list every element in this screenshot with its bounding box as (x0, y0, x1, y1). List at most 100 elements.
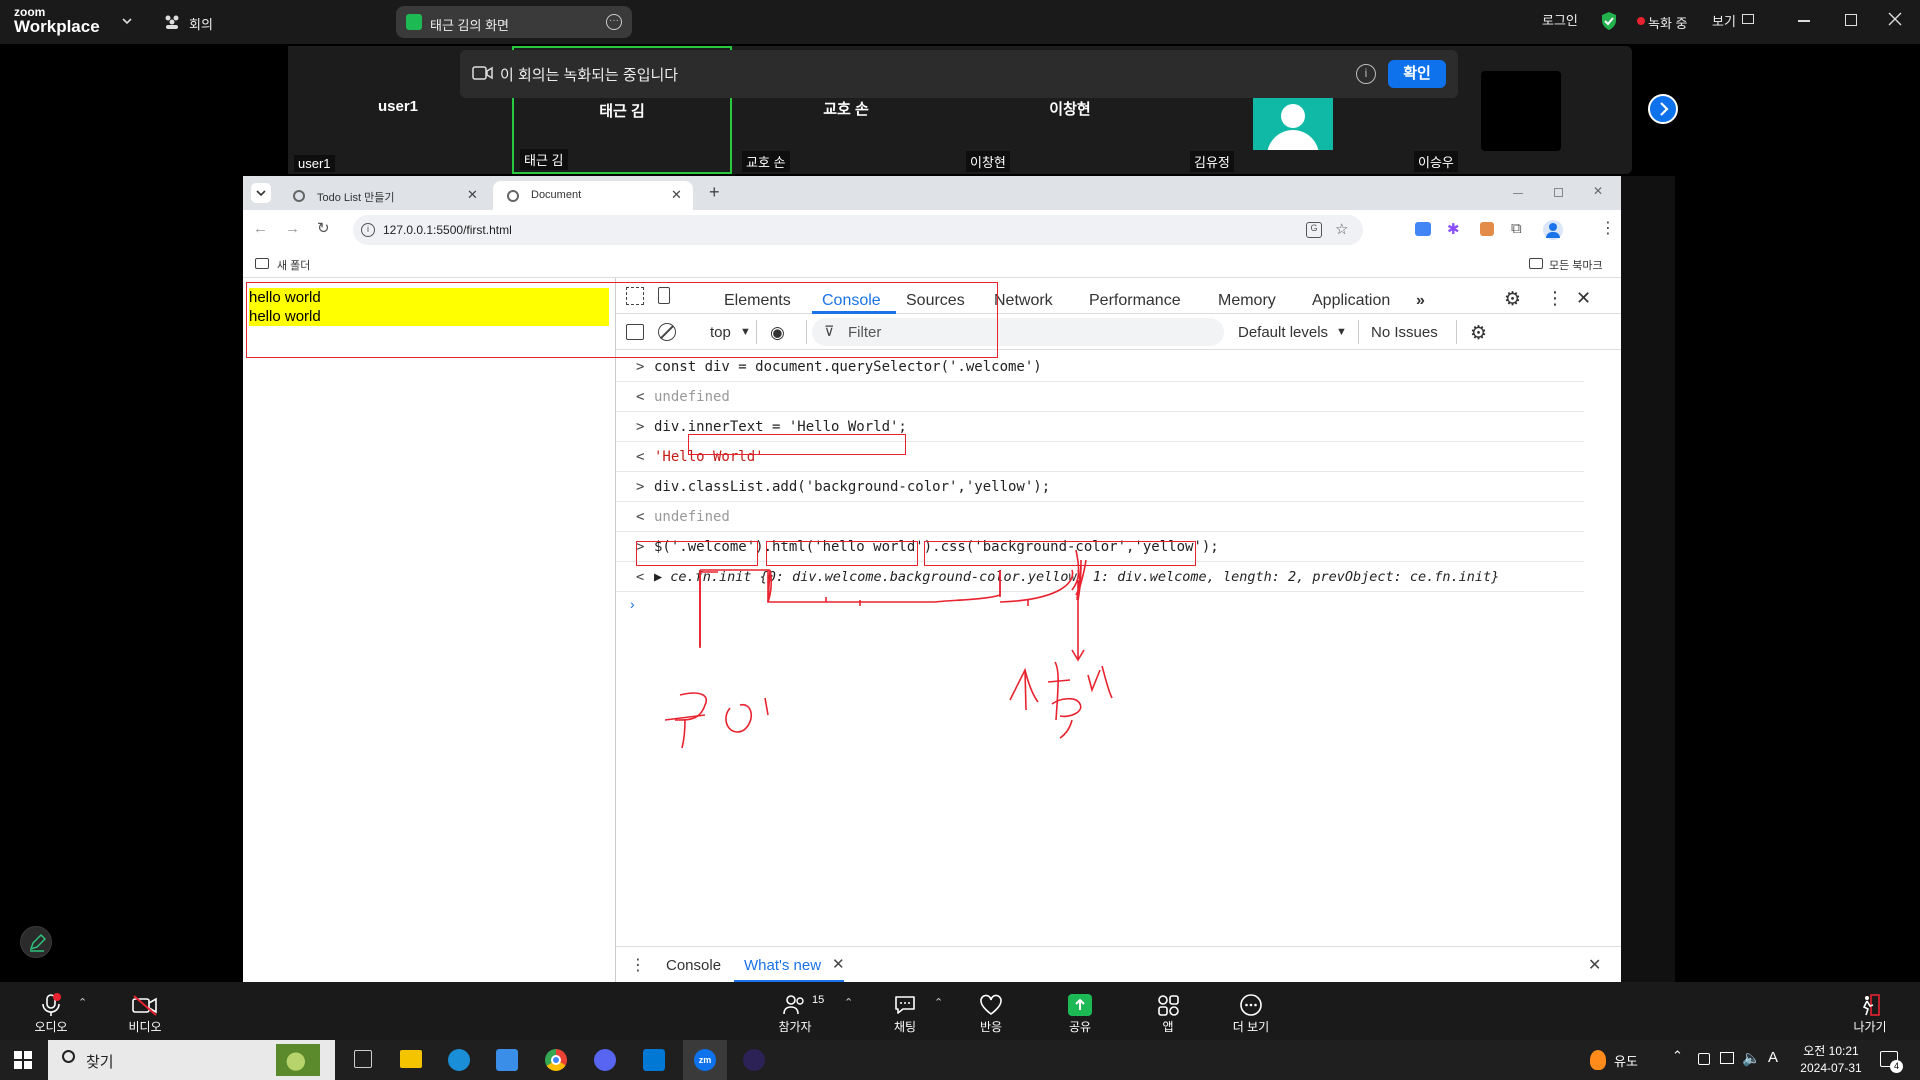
new-tab-icon[interactable]: + (709, 182, 720, 203)
extension-icon[interactable] (1415, 222, 1431, 236)
login-button[interactable]: 로그인 (1542, 10, 1578, 29)
translate-icon[interactable]: G (1306, 222, 1322, 238)
browser-tab[interactable]: Todo List 만들기 ✕ (279, 181, 489, 210)
store-icon[interactable] (496, 1049, 518, 1071)
banner-ok-button[interactable]: 확인 (1388, 60, 1446, 88)
tab-network[interactable]: Network (994, 292, 1053, 310)
minimize-icon[interactable] (1513, 193, 1523, 194)
network-icon[interactable] (1720, 1052, 1734, 1064)
chevron-down-icon[interactable] (120, 14, 134, 28)
more-tabs-icon[interactable]: » (1416, 292, 1425, 310)
browser-tab-active[interactable]: Document ✕ (493, 181, 693, 210)
close-drawer-icon[interactable]: ✕ (1588, 955, 1601, 975)
windows-search-box[interactable]: 찾기 (48, 1040, 335, 1080)
chat-button[interactable]: 채팅 (870, 992, 940, 1035)
weather-icon[interactable] (1590, 1050, 1606, 1070)
view-button[interactable]: 보기 (1712, 11, 1736, 30)
tab-performance[interactable]: Performance (1089, 292, 1181, 310)
close-tab-icon[interactable]: ✕ (671, 187, 682, 203)
tab-memory[interactable]: Memory (1218, 292, 1276, 310)
audio-options-icon[interactable]: ⌃ (78, 996, 87, 1009)
more-options-icon[interactable]: ··· (606, 14, 622, 30)
reload-icon[interactable]: ↻ (317, 219, 330, 237)
eclipse-icon[interactable] (743, 1049, 765, 1071)
tab-search-icon[interactable] (251, 183, 271, 203)
tray-overflow-icon[interactable]: ⌃ (1672, 1048, 1683, 1064)
extension-icon[interactable] (1480, 222, 1494, 236)
video-button[interactable]: 비디오 (110, 992, 180, 1035)
edge-icon[interactable] (448, 1049, 470, 1071)
share-frame-right (1621, 176, 1675, 982)
console-prompt-icon[interactable]: › (630, 596, 635, 612)
next-page-button[interactable] (1648, 94, 1678, 124)
recording-status[interactable]: 녹화 중 (1648, 13, 1688, 32)
audio-button[interactable]: 오디오 (16, 992, 86, 1035)
annotate-button[interactable] (20, 926, 52, 958)
search-placeholder: 찾기 (86, 1054, 114, 1071)
url-text[interactable]: 127.0.0.1:5500/first.html (383, 223, 512, 237)
kebab-menu-icon[interactable]: ⋮ (1600, 218, 1616, 238)
discord-icon[interactable] (594, 1049, 616, 1071)
divider (1456, 320, 1457, 344)
shield-check-icon[interactable] (1600, 11, 1618, 31)
star-icon[interactable]: ☆ (1335, 220, 1348, 238)
bookmark-bar: 새 폴더 모든 북마크 (243, 250, 1621, 278)
file-explorer-icon[interactable] (400, 1050, 422, 1068)
kebab-menu-icon[interactable]: ⋮ (630, 955, 646, 975)
extension-icon[interactable]: ✱ (1447, 220, 1460, 238)
drawer-tab-console[interactable]: Console (666, 957, 721, 974)
gear-icon[interactable]: ⚙ (1504, 288, 1521, 311)
more-button[interactable]: 더 보기 (1216, 992, 1286, 1035)
weather-text[interactable]: 유도 (1614, 1051, 1638, 1070)
chrome-icon[interactable] (545, 1049, 567, 1071)
site-info-icon[interactable]: i (361, 223, 375, 237)
profile-icon[interactable] (1543, 220, 1563, 240)
volume-icon[interactable]: 🔈 (1742, 1049, 1761, 1067)
drawer-tab-whats-new[interactable]: What's new (744, 957, 821, 974)
grid-view-icon (1742, 14, 1754, 24)
console-settings-icon[interactable]: ⚙ (1470, 322, 1487, 345)
chat-options-icon[interactable]: ⌃ (934, 996, 943, 1009)
zoom-logo: zoom Workplace (14, 5, 100, 36)
kebab-menu-icon[interactable]: ⋮ (1546, 288, 1564, 309)
meeting-icon[interactable] (163, 13, 181, 31)
console-result-line[interactable]: < undefined (616, 382, 1584, 412)
notification-count: 4 (1890, 1060, 1903, 1073)
clock[interactable]: 오전 10:21 2024-07-31 (1796, 1043, 1866, 1077)
apps-button[interactable]: 앱 (1133, 992, 1203, 1035)
levels-dropdown[interactable]: Default levels (1238, 324, 1328, 341)
info-icon[interactable]: i (1356, 64, 1376, 84)
restore-icon[interactable] (1845, 14, 1857, 26)
tab-application[interactable]: Application (1312, 292, 1390, 310)
console-input-line[interactable]: > div.classList.add('background-color','y… (616, 472, 1584, 502)
participants-options-icon[interactable]: ⌃ (844, 996, 853, 1009)
notification-icon[interactable]: 4 (1880, 1051, 1903, 1073)
restore-icon[interactable] (1554, 188, 1563, 197)
screen-share-indicator[interactable]: 태근 김의 화면 ··· (396, 6, 632, 38)
all-bookmarks[interactable]: 모든 북마크 (1549, 257, 1603, 273)
leave-button[interactable]: 나가기 (1835, 992, 1905, 1035)
url-bar[interactable]: i 127.0.0.1:5500/first.html G ☆ (353, 215, 1363, 245)
zoom-taskbar-icon[interactable]: zm (683, 1040, 727, 1080)
minimize-icon[interactable] (1798, 20, 1810, 22)
back-icon[interactable]: ← (253, 220, 268, 237)
close-tab-icon[interactable]: ✕ (467, 187, 478, 203)
close-icon[interactable]: ✕ (1576, 288, 1591, 309)
forward-icon[interactable]: → (285, 220, 300, 237)
recording-dot-icon (1637, 17, 1645, 25)
share-button[interactable]: 공유 (1045, 992, 1115, 1035)
tray-app-icon[interactable] (1698, 1053, 1710, 1065)
issues-button[interactable]: No Issues (1371, 324, 1438, 341)
close-icon[interactable]: ✕ (1593, 184, 1603, 198)
console-result-line[interactable]: < undefined (616, 502, 1584, 532)
task-view-icon[interactable] (354, 1050, 372, 1068)
windows-start-icon[interactable] (14, 1051, 32, 1069)
puzzle-icon[interactable]: ⧉ (1511, 220, 1522, 237)
meeting-label[interactable]: 회의 (189, 14, 213, 33)
bookmark-folder[interactable]: 새 폴더 (277, 257, 310, 273)
ime-indicator[interactable]: A (1768, 1049, 1778, 1066)
close-icon[interactable] (1888, 12, 1902, 26)
vscode-icon[interactable] (643, 1049, 665, 1071)
close-tab-icon[interactable]: ✕ (832, 955, 845, 973)
reactions-button[interactable]: 반응 (956, 992, 1026, 1035)
